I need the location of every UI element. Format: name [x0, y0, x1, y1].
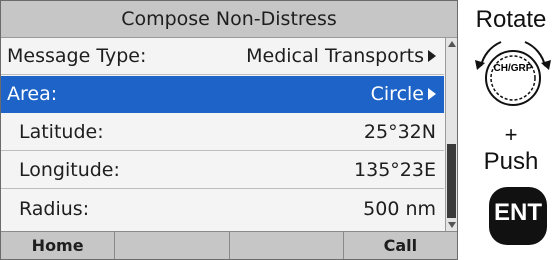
menu-item-radius[interactable]: Radius: 500 nm	[1, 190, 444, 227]
screen-title: Compose Non-Distress	[1, 1, 457, 38]
menu-item-label: Radius:	[19, 197, 90, 220]
menu-item-message-type[interactable]: Message Type: Medical Transports	[1, 38, 444, 75]
plus-sign: +	[504, 122, 518, 147]
menu-item-longitude[interactable]: Longitude: 135°23E	[1, 152, 444, 189]
softkey-home[interactable]: Home	[1, 232, 116, 259]
rotate-instruction: Rotate	[475, 6, 547, 33]
menu-item-value: 135°23E	[354, 159, 436, 181]
menu-item-label: Latitude:	[19, 121, 104, 143]
hardware-controls: Rotate CH/GRP + Push ENT	[463, 0, 559, 260]
menu-item-label: Message Type:	[7, 45, 147, 67]
push-instruction: Push	[483, 148, 539, 175]
softkey-blank-3[interactable]	[230, 232, 344, 259]
submenu-arrow-icon	[428, 88, 436, 100]
softkey-blank-2[interactable]	[115, 232, 230, 259]
softkey-bar: Home Call	[1, 231, 457, 259]
scroll-down-arrow-icon	[448, 222, 456, 228]
menu-item-value: Medical Transports	[246, 45, 424, 67]
menu-item-label: Longitude:	[19, 159, 120, 181]
menu-item-value: 25°32N	[363, 121, 436, 143]
ent-button-label: ENT	[494, 199, 542, 226]
scrollbar[interactable]	[445, 38, 457, 231]
softkey-call[interactable]: Call	[344, 232, 457, 259]
menu-item-label: Area:	[7, 83, 58, 105]
submenu-arrow-icon	[428, 50, 436, 62]
menu-item-value: Circle	[370, 83, 424, 105]
scroll-up-arrow-icon	[448, 41, 456, 47]
scrollbar-thumb[interactable]	[447, 144, 456, 218]
knob-label: CH/GRP	[493, 63, 533, 74]
menu-item-value: 500 nm	[363, 197, 436, 220]
menu-item-latitude[interactable]: Latitude: 25°32N	[1, 114, 444, 151]
menu-item-area[interactable]: Area: Circle	[1, 76, 444, 113]
ch-grp-knob[interactable]	[471, 32, 555, 116]
menu-list: Message Type: Medical Transports Area: C…	[1, 38, 444, 231]
radio-display: Compose Non-Distress Message Type: Medic…	[0, 0, 458, 260]
